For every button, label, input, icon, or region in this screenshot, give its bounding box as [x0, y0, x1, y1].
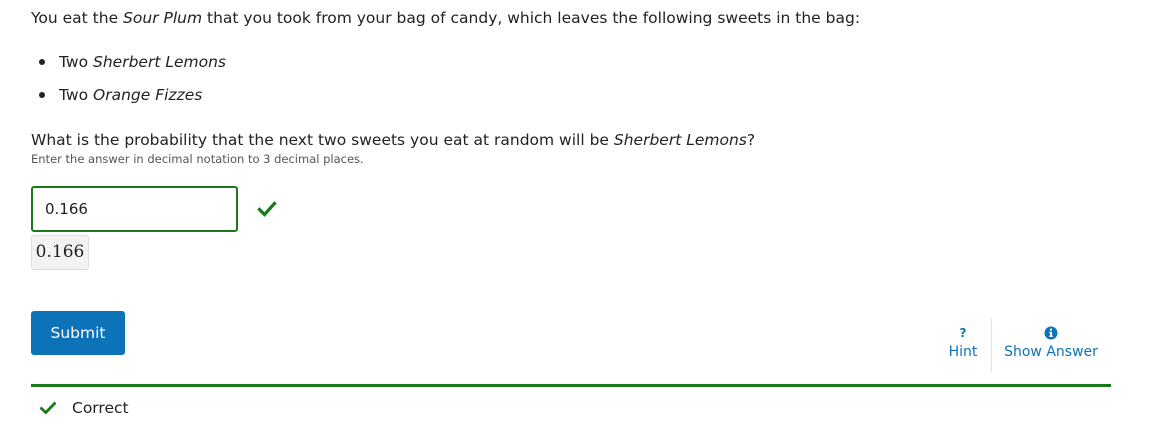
- intro-text-before: You eat the: [31, 9, 124, 27]
- question-mark-icon: ?: [959, 326, 967, 340]
- question-text-after: ?: [746, 131, 756, 149]
- sweets-list-item: Two Orange Fizzes: [31, 84, 226, 117]
- bullet-icon: [39, 59, 45, 65]
- feedback-label: Correct: [72, 399, 129, 417]
- question-item: Sherbert Lemons: [613, 131, 747, 149]
- intro-item: Sour Plum: [123, 9, 203, 27]
- hint-button[interactable]: ? Hint: [935, 318, 991, 372]
- sweets-list-item: Two Sherbert Lemons: [31, 51, 226, 84]
- question-text-before: What is the probability that the next tw…: [31, 131, 614, 149]
- submit-button[interactable]: Submit: [31, 311, 125, 355]
- checkmark-icon: [257, 201, 277, 217]
- bullet-icon: [39, 92, 45, 98]
- sweet-count: Two: [59, 86, 93, 104]
- question-intro: You eat the Sour Plum that you took from…: [31, 7, 860, 29]
- show-answer-button[interactable]: Show Answer: [991, 318, 1110, 372]
- sweet-count: Two: [59, 53, 93, 71]
- answer-instructions: Enter the answer in decimal notation to …: [31, 152, 364, 166]
- answer-input[interactable]: [31, 186, 238, 232]
- question-text: What is the probability that the next tw…: [31, 129, 755, 151]
- info-circle-icon: [1044, 326, 1058, 340]
- hint-label: Hint: [948, 344, 978, 360]
- feedback-divider: [31, 384, 1111, 387]
- checkmark-icon: [40, 401, 56, 415]
- show-answer-label: Show Answer: [1004, 344, 1098, 360]
- answer-preview: 0.166: [31, 235, 89, 270]
- sweet-name: Sherbert Lemons: [93, 53, 226, 71]
- sweets-list: Two Sherbert Lemons Two Orange Fizzes: [31, 51, 226, 117]
- intro-text-after: that you took from your bag of candy, wh…: [202, 9, 861, 27]
- sweet-name: Orange Fizzes: [93, 86, 203, 104]
